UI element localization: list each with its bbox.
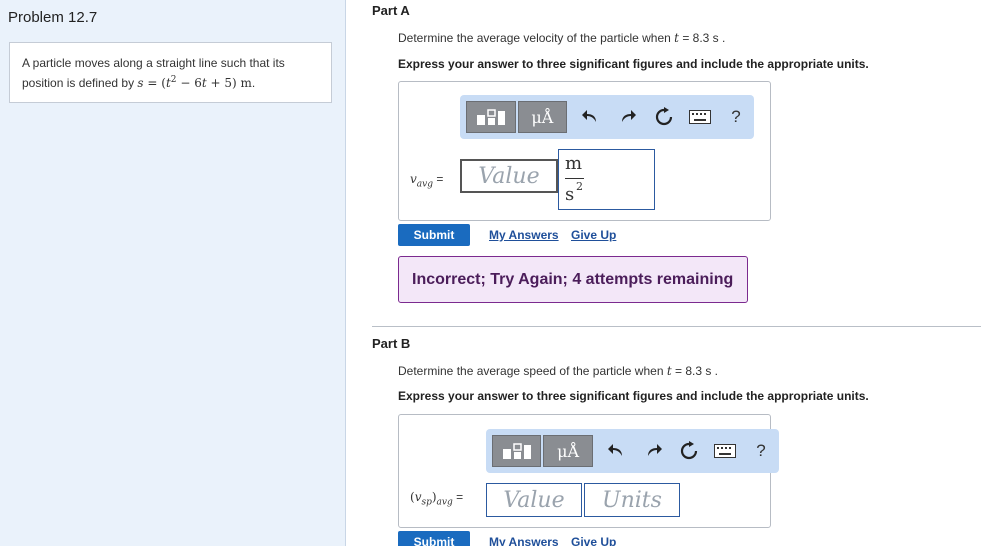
part-a-toolbar: μÅ ?: [460, 95, 754, 139]
part-a-answer-label: vavg =: [410, 172, 443, 189]
symbols-button[interactable]: μÅ: [543, 435, 593, 467]
templates-icon: [502, 443, 531, 459]
unit-denominator: s: [565, 184, 575, 205]
part-b-submit-button[interactable]: Submit: [398, 531, 470, 546]
undo-icon[interactable]: [573, 101, 609, 133]
label-sub: sp: [421, 497, 432, 508]
part-b-answer-box: μÅ ? (vsp)avg = Value Units: [398, 414, 779, 528]
problem-panel: Problem 12.7 A particle moves along a st…: [0, 0, 346, 546]
part-b-toolbar: μÅ ?: [486, 429, 779, 473]
fraction-bar: [565, 178, 584, 179]
eq-dot: .: [251, 76, 256, 90]
part-a-submit-button[interactable]: Submit: [398, 224, 470, 246]
reset-icon[interactable]: [646, 101, 682, 133]
reset-icon[interactable]: [671, 435, 707, 467]
label-sub: avg: [416, 179, 433, 190]
label-var: v: [410, 172, 417, 186]
part-b-question: Determine the average speed of the parti…: [398, 364, 718, 378]
symbols-button[interactable]: μÅ: [517, 101, 568, 133]
keyboard-icon[interactable]: [707, 435, 743, 467]
problem-statement: A particle moves along a straight line s…: [9, 42, 332, 103]
eq-rest: − 6: [176, 76, 202, 90]
part-divider: [372, 326, 981, 327]
label-eq: =: [433, 172, 444, 186]
label-sub2: avg: [436, 497, 453, 508]
part-a-question: Determine the average velocity of the pa…: [398, 31, 725, 45]
part-b-question-text: Determine the average speed of the parti…: [398, 364, 667, 378]
help-icon[interactable]: ?: [718, 101, 754, 133]
part-b-answer-label: (vsp)avg =: [410, 490, 463, 507]
part-b-title: Part B: [372, 336, 411, 351]
units-input[interactable]: m s 2: [558, 149, 655, 210]
templates-icon: [476, 109, 505, 125]
unit-exponent: 2: [576, 180, 583, 193]
mu-angstrom-label: μÅ: [531, 107, 554, 127]
part-b-my-answers-link[interactable]: My Answers: [489, 535, 559, 546]
unit-numerator: m: [565, 153, 583, 174]
part-a-my-answers-link[interactable]: My Answers: [489, 228, 559, 242]
part-a-time-value: = 8.3 s .: [678, 31, 726, 45]
part-b-time-value: = 8.3 s .: [671, 364, 719, 378]
part-b-instruction: Express your answer to three significant…: [398, 389, 869, 403]
part-a-feedback: Incorrect; Try Again; 4 attempts remaini…: [398, 256, 748, 303]
undo-icon[interactable]: [599, 435, 635, 467]
label-eq: =: [452, 490, 464, 504]
help-icon[interactable]: ?: [743, 435, 779, 467]
value-input[interactable]: Value: [486, 483, 582, 517]
part-a-give-up-link[interactable]: Give Up: [571, 228, 616, 242]
redo-icon[interactable]: [635, 435, 671, 467]
part-b-give-up-link[interactable]: Give Up: [571, 535, 616, 546]
part-a-instruction: Express your answer to three significant…: [398, 57, 869, 71]
part-a-question-text: Determine the average velocity of the pa…: [398, 31, 675, 45]
part-a-answer-box: μÅ ? vavg = Value m s 2: [398, 81, 771, 221]
eq-tail: + 5): [206, 76, 241, 90]
units-input[interactable]: Units: [584, 483, 680, 517]
problem-title: Problem 12.7: [8, 9, 98, 26]
eq-eq: = (: [143, 76, 166, 90]
templates-button[interactable]: [466, 101, 516, 133]
keyboard-icon[interactable]: [682, 101, 718, 133]
value-input[interactable]: Value: [460, 159, 558, 193]
part-a-title: Part A: [372, 3, 410, 18]
redo-icon[interactable]: [609, 101, 645, 133]
mu-angstrom-label: μÅ: [557, 441, 580, 461]
templates-button[interactable]: [492, 435, 542, 467]
eq-unit: m: [240, 76, 252, 90]
